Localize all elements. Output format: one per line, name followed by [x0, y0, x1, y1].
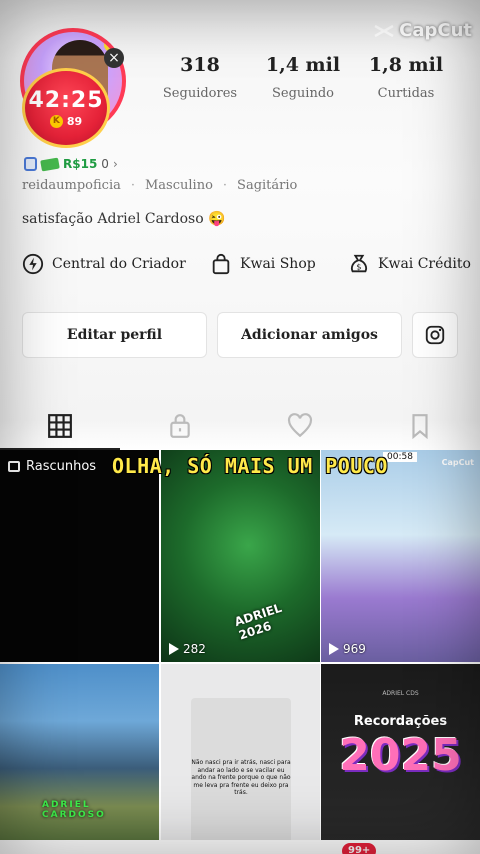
video-tile[interactable]: Não nasci pra ir atrás, nasci para andar… [161, 664, 320, 854]
recap-year: 2025 [339, 730, 462, 781]
bio-text: satisfação Adriel Cardoso 😜 [22, 211, 226, 227]
video-duration: 00:58 [383, 452, 417, 462]
wallet-row[interactable]: R$15 0 › [24, 157, 118, 171]
wallet-amount: R$15 [63, 157, 98, 171]
profile-page: CapCut 42:25 K 89 × 318 Seguidores 1,4 m… [0, 0, 480, 854]
stat-followers[interactable]: 318 Seguidores [145, 54, 255, 101]
tab-saved[interactable] [360, 402, 480, 450]
drafts-icon [8, 461, 20, 472]
drafts-text: Rascunhos [26, 459, 97, 474]
zodiac: Sagitário [237, 178, 298, 193]
shortcut-label: Kwai Shop [240, 256, 316, 272]
wallet-zero: 0 [101, 157, 109, 171]
stat-value: 1,4 mil [265, 54, 341, 76]
stat-value: 1,8 mil [368, 54, 444, 76]
play-count-value: 969 [343, 642, 366, 656]
stat-value: 318 [180, 54, 220, 76]
play-icon [329, 643, 339, 655]
creator-center-link[interactable]: Central do Criador [22, 252, 186, 276]
tab-posts[interactable] [0, 402, 120, 450]
gender: Masculino [145, 178, 213, 193]
separator: · [130, 178, 135, 193]
play-count: 282 [169, 642, 206, 656]
content-tabs [0, 402, 480, 450]
capcut-logo-icon [374, 24, 394, 37]
svg-text:$: $ [356, 262, 361, 272]
lightning-circle-icon [22, 253, 44, 275]
bookmark-icon [412, 414, 428, 439]
cash-icon [40, 157, 60, 171]
video-tag: ADRIEL 2026 [232, 600, 284, 643]
video-tile[interactable]: ADRIEL 2026 282 [161, 450, 320, 662]
instagram-icon [425, 325, 445, 345]
capcut-watermark: CapCut [373, 20, 472, 41]
video-tile[interactable]: ADRIEL CDS Recordações 2025 [321, 664, 480, 854]
lock-bag-icon [170, 414, 190, 438]
notification-badge[interactable]: 99+ [342, 843, 377, 854]
timer-text: 42:25 [28, 88, 104, 113]
mini-watermark: CapCut [441, 458, 474, 467]
play-count: 969 [329, 642, 366, 656]
drafts-label: Rascunhos [8, 459, 96, 474]
username: reidaumpoficia [22, 178, 121, 193]
watermark-text: CapCut [399, 20, 472, 41]
video-overlay-caption: OLHA, SÓ MAIS UM POUCO [112, 454, 388, 478]
stat-following[interactable]: 1,4 mil Seguindo [248, 54, 358, 101]
kwai-shop-link[interactable]: Kwai Shop [210, 252, 316, 276]
heart-icon [287, 413, 313, 438]
stat-label: Seguindo [272, 86, 334, 101]
play-count-value: 282 [183, 642, 206, 656]
coin-icon: K [49, 115, 63, 128]
kwai-credit-link[interactable]: $ Kwai Crédito [348, 252, 471, 276]
bottom-navigation [0, 840, 480, 854]
avatar[interactable]: 42:25 K 89 [20, 28, 126, 148]
video-caption: ADRIEL CARDOSO [42, 800, 106, 820]
coin-count: K 89 [49, 115, 83, 128]
instagram-button[interactable] [412, 312, 458, 358]
video-tile[interactable]: ADRIEL CARDOSO [0, 664, 159, 854]
close-icon[interactable]: × [104, 48, 124, 68]
grid-icon [48, 414, 72, 438]
drafts-tile[interactable]: Rascunhos [0, 450, 159, 662]
stat-label: Seguidores [162, 86, 238, 101]
shortcut-label: Central do Criador [52, 256, 186, 272]
shortcut-label: Kwai Crédito [378, 256, 471, 272]
profile-meta: reidaumpoficia · Masculino · Sagitário [22, 178, 297, 193]
play-icon [169, 643, 179, 655]
recap-username: ADRIEL CDS [382, 690, 419, 697]
coin-value: 89 [66, 115, 83, 128]
separator: · [222, 178, 228, 193]
live-timer-badge[interactable]: 42:25 K 89 [22, 68, 110, 148]
verified-shield-icon [24, 157, 37, 171]
shopping-bag-icon [212, 253, 230, 275]
tab-private[interactable] [120, 402, 240, 450]
video-grid: Rascunhos ADRIEL 2026 282 00:58 CapCut 9… [0, 450, 480, 854]
stat-label: Curtidas [377, 86, 435, 101]
money-bag-icon: $ [350, 254, 368, 273]
recap-title: Recordações [353, 714, 448, 729]
stat-likes[interactable]: 1,8 mil Curtidas [351, 54, 461, 101]
tab-liked[interactable] [240, 402, 360, 450]
add-friends-button[interactable]: Adicionar amigos [217, 312, 402, 358]
edit-profile-button[interactable]: Editar perfil [22, 312, 207, 358]
video-tile[interactable]: 00:58 CapCut 969 [321, 450, 480, 662]
chevron-right-icon: › [112, 157, 118, 171]
quote-text: Não nasci pra ir atrás, nasci para andar… [191, 759, 291, 796]
